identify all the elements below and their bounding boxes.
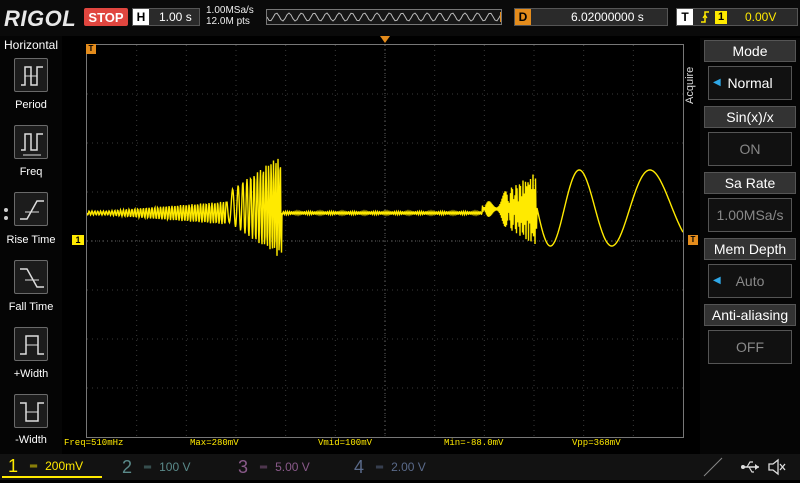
timebase-box[interactable]: H 1.00 s (132, 8, 200, 26)
sample-rate-text: 1.00MSa/s (206, 5, 254, 16)
sinx-value: ON (739, 141, 761, 157)
dc-coupling-icon: ═ (260, 461, 268, 473)
status-divider-icon (700, 456, 740, 478)
channel3-number: 3 (237, 456, 248, 477)
frequency-label: Freq (19, 166, 43, 178)
negative-width-icon (20, 402, 44, 422)
channel2-status[interactable]: 2 ═ 100 V (116, 456, 226, 478)
measurement-freq: Freq=510mHz (64, 438, 124, 448)
scroll-indicator-icon (2, 206, 10, 226)
measurement-vmid: Vmid=100mV (318, 438, 373, 448)
select-arrow-icon: ◀ (713, 77, 721, 88)
rise-time-button[interactable] (14, 192, 48, 226)
delay-value: 6.02000000 s (571, 10, 644, 24)
period-label: Period (15, 99, 47, 111)
horizontal-tag: H (133, 9, 149, 25)
memory-points-text: 12.0M pts (206, 16, 250, 27)
dc-coupling-icon: ═ (376, 461, 384, 473)
measure-menu-title: Horizontal (3, 38, 59, 52)
mem-depth-title: Mem Depth (704, 238, 796, 260)
mode-selector[interactable]: ◀ Normal (708, 66, 792, 100)
frequency-button[interactable] (14, 125, 48, 159)
measurement-bar: Freq=510mHz Max=280mV Vmid=100mV Min=-88… (62, 438, 702, 450)
timebase-value: 1.00 s (159, 10, 192, 24)
measurement-max: Max=280mV (190, 438, 239, 448)
negative-width-label: -Width (15, 434, 47, 446)
trigger-level-marker[interactable]: T (688, 235, 698, 245)
channel2-scale: 100 V (159, 460, 191, 474)
delay-box[interactable]: D 6.02000000 s (514, 8, 668, 26)
graticule (86, 45, 684, 437)
sinx-toggle[interactable]: ON (708, 132, 792, 166)
channel1-status[interactable]: 1 ═ 200mV (2, 456, 102, 478)
sa-rate-field[interactable]: 1.00MSa/s (708, 198, 792, 232)
dc-coupling-icon: ═ (144, 461, 152, 473)
acquire-menu-label: Acquire (684, 66, 696, 104)
horizontal-center-marker (380, 36, 390, 43)
anti-aliasing-value: OFF (736, 339, 764, 355)
select-arrow-icon: ◀ (713, 275, 721, 286)
negative-width-button[interactable] (14, 394, 48, 428)
positive-width-icon (20, 335, 44, 355)
trigger-tag: T (677, 9, 693, 25)
mem-depth-value: Auto (735, 273, 765, 289)
run-stop-indicator[interactable]: STOP (84, 8, 128, 26)
channel3-scale: 5.00 V (275, 460, 310, 474)
measurement-vpp: Vpp=368mV (572, 438, 621, 448)
memory-overview-bar[interactable] (266, 9, 502, 25)
channel2-number: 2 (121, 456, 132, 477)
measurement-min: Min=-88.0mV (444, 438, 504, 448)
fall-time-button[interactable] (14, 260, 48, 294)
fall-time-label: Fall Time (8, 301, 54, 313)
channel1-number: 1 (7, 455, 18, 476)
delay-tag: D (515, 9, 531, 25)
dc-coupling-icon: ═ (30, 460, 38, 472)
channel4-status[interactable]: 4 ═ 2.00 V (348, 456, 458, 478)
mode-value: Normal (727, 75, 773, 91)
waveform-display[interactable] (86, 44, 684, 438)
trigger-level: 0.00V (745, 10, 777, 24)
sa-rate-value: 1.00MSa/s (716, 207, 784, 223)
sound-muted-icon[interactable] (766, 457, 788, 477)
anti-aliasing-title: Anti-aliasing (704, 304, 796, 326)
anti-aliasing-toggle[interactable]: OFF (708, 330, 792, 364)
channel1-scale: 200mV (45, 459, 84, 473)
positive-width-button[interactable] (14, 327, 48, 361)
channel4-scale: 2.00 V (391, 460, 426, 474)
sinx-title: Sin(x)/x (704, 106, 796, 128)
trigger-source: 1 (715, 10, 727, 24)
positive-width-label: +Width (13, 368, 49, 380)
brand-logo: RIGOL (4, 6, 77, 31)
rise-time-icon (20, 200, 44, 220)
usb-icon (740, 458, 762, 476)
sa-rate-title: Sa Rate (704, 172, 796, 194)
mem-depth-selector[interactable]: ◀ Auto (708, 264, 792, 298)
mode-title: Mode (704, 40, 796, 62)
fall-time-icon (20, 268, 44, 288)
rising-edge-icon (701, 11, 709, 23)
channel1-offset-marker[interactable]: 1 (72, 235, 84, 245)
trigger-position-marker: T (86, 44, 96, 54)
memory-waveform-preview (266, 12, 502, 22)
period-icon (21, 66, 43, 86)
channel3-status[interactable]: 3 ═ 5.00 V (232, 456, 342, 478)
frequency-icon (21, 133, 43, 156)
rise-time-label: Rise Time (6, 234, 56, 246)
trigger-box[interactable]: T 1 0.00V (676, 8, 798, 26)
period-button[interactable] (14, 58, 48, 92)
channel4-number: 4 (353, 456, 364, 477)
acquisition-info: 1.00MSa/s 12.0M pts (206, 5, 254, 27)
